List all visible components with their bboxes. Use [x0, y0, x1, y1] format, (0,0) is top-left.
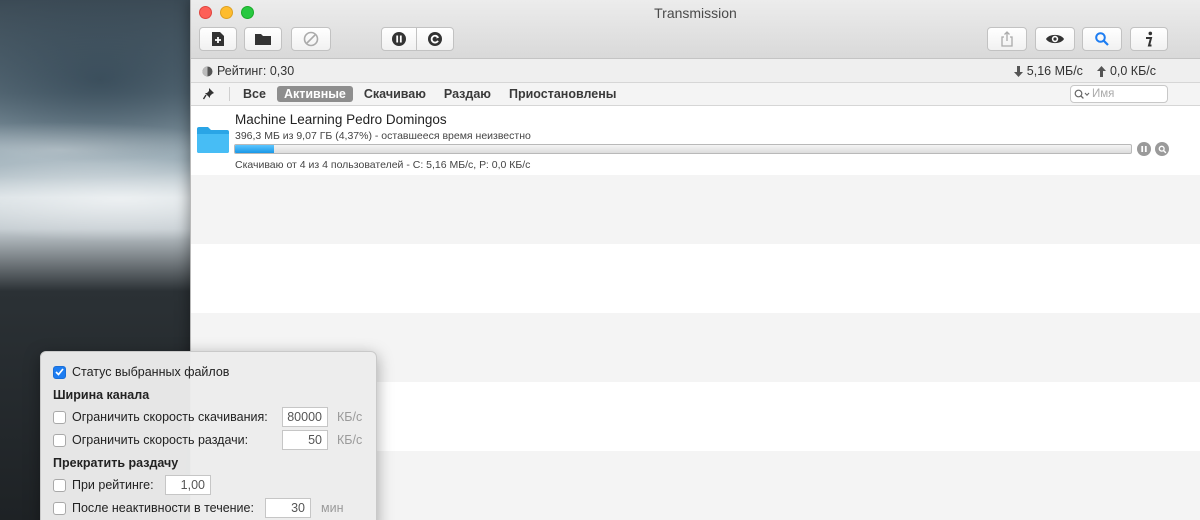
prohibited-icon [303, 31, 319, 47]
magnifier-icon [1095, 32, 1109, 46]
limit-upload-label: Ограничить скорость раздачи: [72, 433, 249, 447]
resume-all-button[interactable] [416, 27, 454, 51]
limit-download-checkbox[interactable] [53, 410, 66, 424]
list-empty-row [191, 175, 1200, 244]
add-torrent-button[interactable] [199, 27, 237, 51]
pause-icon [392, 32, 406, 46]
download-speed-text: 5,16 МБ/с [1026, 64, 1083, 78]
torrent-status: Скачиваю от 4 из 4 пользователей - С: 5,… [235, 159, 531, 171]
share-icon [1001, 31, 1013, 47]
stop-after-inactivity-checkbox[interactable] [53, 501, 66, 515]
stop-at-ratio-checkbox[interactable] [53, 478, 66, 492]
stop-after-inactivity-label: После неактивности в течение: [72, 501, 254, 515]
window-title: Transmission [654, 5, 737, 21]
info-icon [1146, 31, 1153, 46]
title-bar: Transmission [191, 0, 1200, 59]
arrow-down-icon [1013, 65, 1023, 77]
share-button[interactable] [987, 27, 1027, 51]
limit-upload-checkbox[interactable] [53, 433, 66, 447]
limit-download-label: Ограничить скорость скачивания: [72, 410, 268, 424]
selected-files-checkbox[interactable] [53, 365, 66, 379]
search-options-icon[interactable] [1074, 89, 1090, 100]
search-button[interactable] [1082, 27, 1122, 51]
torrent-progress-fill [235, 145, 275, 153]
filter-paused[interactable]: Приостановлены [502, 86, 623, 102]
bandwidth-heading: Ширина канала [53, 388, 150, 402]
quicklook-button[interactable] [1035, 27, 1075, 51]
selected-files-status-option[interactable]: Статус выбранных файлов [53, 365, 229, 379]
filter-bar: Все Активные Скачиваю Раздаю Приостановл… [191, 83, 1200, 106]
download-speed[interactable]: 5,16 МБ/с [1013, 64, 1083, 78]
stop-seeding-heading: Прекратить раздачу [53, 456, 179, 470]
rating-text: Рейтинг: 0,30 [217, 64, 295, 78]
info-button[interactable] [1130, 27, 1168, 51]
filter-active[interactable]: Активные [276, 86, 353, 102]
transfer-speeds: 5,16 МБ/с 0,0 КБ/с [1013, 64, 1156, 78]
torrent-row[interactable]: Machine Learning Pedro Domingos 396,3 МБ… [191, 106, 1200, 175]
search-input[interactable] [1092, 88, 1154, 100]
filter-downloading[interactable]: Скачиваю [357, 86, 433, 102]
filter-separator [229, 87, 230, 101]
filter-seeding[interactable]: Раздаю [437, 86, 498, 102]
stop-at-ratio-label: При рейтинге: [72, 478, 154, 492]
limit-download-field[interactable]: 80000 [282, 407, 328, 427]
magnifier-icon [1158, 145, 1166, 153]
folder-icon [197, 127, 229, 153]
open-folder-button[interactable] [244, 27, 282, 51]
eye-icon [1046, 34, 1064, 44]
limit-upload-unit: КБ/с [337, 433, 363, 447]
limit-download-unit: КБ/с [337, 410, 363, 424]
upload-speed-text: 0,0 КБ/с [1109, 64, 1156, 78]
torrent-options-panel: Статус выбранных файлов Ширина канала Ог… [40, 351, 377, 520]
limit-download-option[interactable]: Ограничить скорость скачивания: [53, 410, 268, 424]
filter-tabs: Все Активные Скачиваю Раздаю Приостановл… [236, 86, 623, 102]
stop-after-inactivity-option[interactable]: После неактивности в течение: [53, 501, 254, 515]
torrent-pause-button[interactable] [1137, 142, 1151, 156]
torrent-name: Machine Learning Pedro Domingos [235, 112, 447, 127]
add-document-icon [212, 32, 224, 46]
pause-icon [1141, 146, 1147, 152]
selected-files-label: Статус выбранных файлов [72, 365, 230, 379]
arrow-up-icon [1096, 65, 1106, 77]
filter-all[interactable]: Все [236, 86, 273, 102]
folder-icon [255, 34, 271, 45]
torrent-reveal-button[interactable] [1155, 142, 1169, 156]
pause-all-button[interactable] [381, 27, 417, 51]
torrent-progress-bar [234, 144, 1132, 154]
checkmark-icon [55, 368, 64, 376]
limit-upload-field[interactable]: 50 [282, 430, 328, 450]
limit-upload-option[interactable]: Ограничить скорость раздачи: [53, 433, 248, 447]
status-bar: Рейтинг: 0,30 5,16 МБ/с 0,0 КБ/с [191, 59, 1200, 83]
ratio-icon [202, 66, 213, 76]
torrent-progress-info: 396,3 МБ из 9,07 ГБ (4,37%) - оставшееся… [235, 130, 531, 142]
resume-icon [428, 32, 442, 46]
upload-speed[interactable]: 0,0 КБ/с [1096, 64, 1156, 78]
list-empty-row [191, 244, 1200, 313]
stop-after-inactivity-field[interactable]: 30 [265, 498, 311, 518]
rating-display[interactable]: Рейтинг: 0,30 [202, 64, 294, 78]
stop-at-ratio-field[interactable]: 1,00 [165, 475, 211, 495]
remove-torrent-button[interactable] [291, 27, 331, 51]
stop-after-inactivity-unit: мин [321, 501, 344, 515]
stop-at-ratio-option[interactable]: При рейтинге: [53, 478, 154, 492]
pin-icon[interactable] [203, 87, 215, 100]
search-field[interactable] [1070, 85, 1168, 103]
